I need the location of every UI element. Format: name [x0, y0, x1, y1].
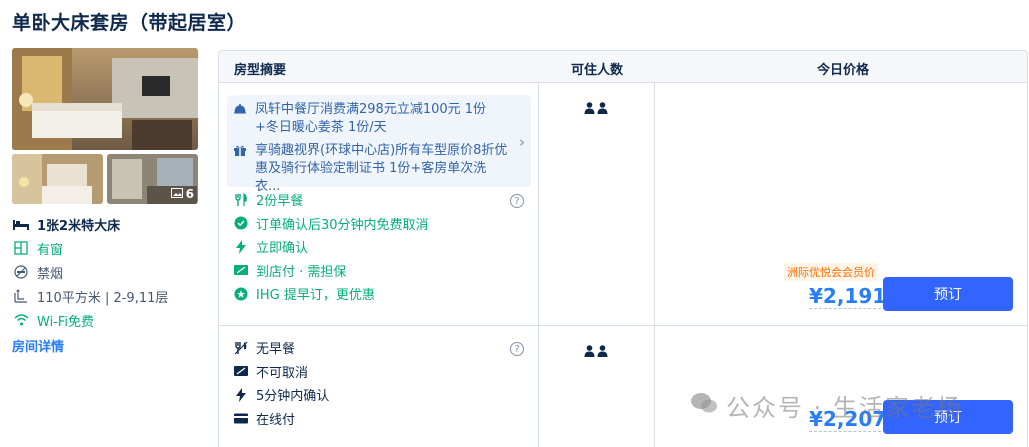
chevron-right-icon[interactable]: ›: [519, 133, 525, 151]
breakfast-icon: [233, 192, 249, 208]
book-button[interactable]: 预订: [883, 277, 1013, 311]
policy-instant-confirm: 立即确认: [233, 235, 429, 259]
room-info-panel: 6 1张2米特大床 有窗 禁烟 110平方米 | 2-9,11层 Wi-Fi免费…: [12, 48, 198, 355]
header-price: 今日价格: [817, 63, 870, 78]
help-icon[interactable]: ?: [510, 194, 524, 208]
policy-list: 2份早餐 订单确认后30分钟内免费取消 立即确认 到店付 · 需担保 IHG 提…: [233, 188, 429, 306]
wifi-icon: [12, 311, 30, 329]
watermark: 公众号 · 生活家老杨: [690, 388, 963, 423]
photo-count: 6: [170, 187, 194, 201]
image-icon: [170, 187, 183, 201]
no-cancel-icon: [233, 363, 249, 379]
policy-confirm-time: 5分钟内确认: [233, 383, 329, 407]
help-icon[interactable]: ?: [510, 342, 524, 356]
lightning-icon: [233, 387, 249, 403]
rate-row: 无早餐 不可取消 5分钟内确认 在线付 ? ¥2,207 预订: [219, 327, 1027, 447]
occupancy-icons: [584, 102, 608, 114]
area-icon: [12, 287, 30, 305]
room-photo-thumb[interactable]: 6: [107, 154, 198, 204]
promo-item: 凤轩中餐厅消费满298元立减100元 1份+冬日暖心姜茶 1份/天: [233, 101, 509, 137]
header-room-summary: 房型摘要: [234, 63, 287, 78]
smoking-info: 禁烟: [12, 260, 198, 284]
no-breakfast-icon: [233, 340, 249, 356]
person-icon: [584, 345, 595, 357]
price: ¥2,191: [809, 284, 887, 309]
policy-no-breakfast: 无早餐: [233, 336, 329, 360]
policy-breakfast: 2份早餐: [233, 188, 429, 212]
occupancy-icons: [584, 345, 608, 357]
star-circle-icon: [233, 286, 249, 302]
room-details-link[interactable]: 房间详情: [12, 336, 198, 355]
room-photo-main[interactable]: [12, 48, 198, 150]
window-info: 有窗: [12, 236, 198, 260]
dining-bell-icon: [233, 102, 249, 137]
policy-online-pay: 在线付: [233, 407, 329, 431]
window-icon: [12, 239, 30, 257]
room-photo-thumb[interactable]: [12, 154, 103, 204]
no-smoking-icon: [12, 263, 30, 281]
card-icon: [233, 410, 249, 426]
member-price-badge: 洲际优悦会会员价: [784, 263, 878, 281]
policy-no-cancel: 不可取消: [233, 360, 329, 384]
policy-ihg-promo: IHG 提早订，更优惠: [233, 282, 429, 306]
bed-info: 1张2米特大床: [12, 212, 198, 236]
policy-payment: 到店付 · 需担保: [233, 259, 429, 283]
policy-list: 无早餐 不可取消 5分钟内确认 在线付: [233, 336, 329, 430]
header-occupancy: 可住人数: [571, 63, 624, 78]
person-icon: [597, 345, 608, 357]
person-icon: [597, 102, 608, 114]
bed-icon: [12, 215, 30, 233]
room-title: 单卧大床套房（带起居室）: [12, 12, 247, 34]
table-header: 房型摘要 可住人数 今日价格: [219, 51, 1027, 83]
lightning-icon: [233, 239, 249, 255]
wechat-icon: [690, 391, 718, 421]
person-icon: [584, 102, 595, 114]
pay-at-hotel-icon: [233, 262, 249, 278]
wifi-info: Wi-Fi免费: [12, 308, 198, 332]
rate-row: 凤轩中餐厅消费满298元立减100元 1份+冬日暖心姜茶 1份/天 享骑趣视界(…: [219, 83, 1027, 326]
policy-free-cancel: 订单确认后30分钟内免费取消: [233, 212, 429, 236]
check-circle-icon: [233, 215, 249, 231]
promo-box[interactable]: 凤轩中餐厅消费满298元立减100元 1份+冬日暖心姜茶 1份/天 享骑趣视界(…: [227, 95, 531, 194]
area-floor-info: 110平方米 | 2-9,11层: [12, 284, 198, 308]
